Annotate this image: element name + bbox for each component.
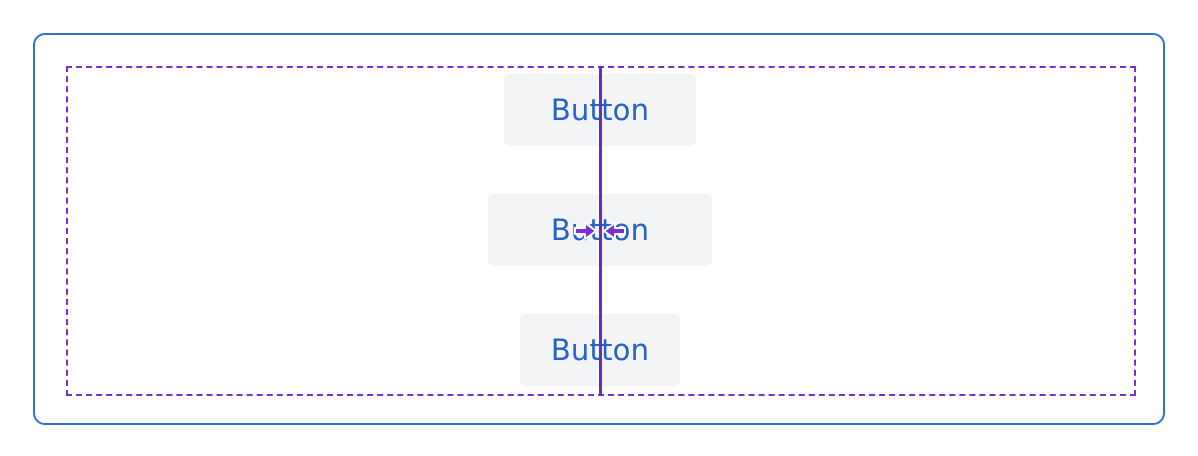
align-center-arrows-icon [572,219,628,243]
